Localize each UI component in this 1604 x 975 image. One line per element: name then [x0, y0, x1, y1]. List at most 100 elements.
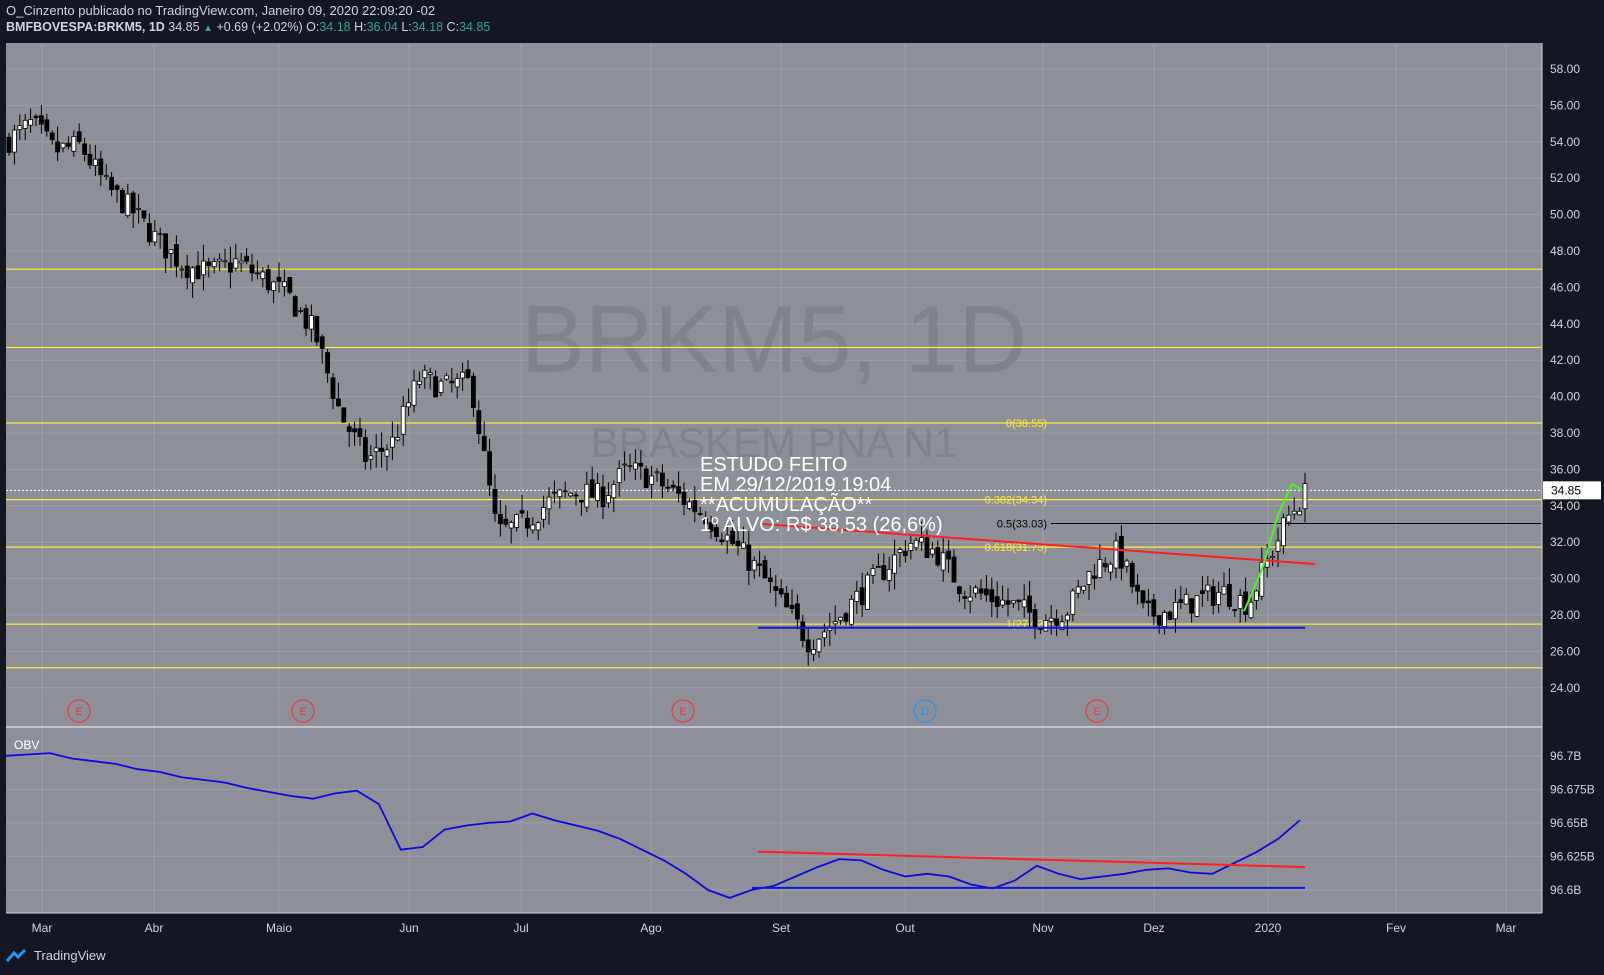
- time-tick-label: Nov: [1032, 921, 1053, 935]
- price-tick-label: 44.00: [1550, 317, 1580, 331]
- candle-body: [120, 190, 125, 213]
- candle-body: [427, 372, 433, 375]
- candle-body: [1146, 600, 1151, 604]
- candle-body: [946, 550, 951, 560]
- candle-body: [1021, 599, 1027, 608]
- event-marker-label: D: [921, 706, 929, 718]
- candle-body: [249, 264, 255, 274]
- candle-body: [924, 537, 930, 559]
- candle-body: [319, 336, 325, 349]
- candle-body: [82, 143, 87, 155]
- time-tick-label: Abr: [145, 921, 164, 935]
- candle-body: [265, 269, 271, 291]
- candle-body: [454, 378, 460, 388]
- candle-body: [1119, 535, 1124, 569]
- fib-label: 0.382(34.34): [985, 495, 1047, 507]
- candle-body: [28, 119, 34, 126]
- candle-body: [854, 590, 860, 602]
- candle-body: [292, 296, 298, 317]
- candle-body: [541, 507, 546, 520]
- candle-body: [1011, 600, 1016, 604]
- candle-body: [973, 587, 978, 594]
- candle-body: [71, 136, 77, 152]
- candle-body: [514, 514, 519, 528]
- candle-body: [751, 560, 757, 571]
- candle-body: [1216, 591, 1221, 605]
- candle-body: [157, 233, 163, 236]
- watermark-symbol: BRKM5, 1D: [521, 286, 1028, 393]
- candle-body: [238, 260, 244, 264]
- candle-body: [1254, 590, 1259, 601]
- candle-body: [978, 588, 984, 594]
- candle-body: [1281, 517, 1286, 547]
- candle-body: [579, 499, 584, 503]
- candle-body: [125, 193, 131, 217]
- candle-body: [379, 447, 385, 452]
- candle-body: [1248, 601, 1254, 619]
- candle-body: [897, 549, 903, 553]
- candle-body: [389, 436, 395, 448]
- candle-body: [1086, 571, 1092, 585]
- price-tick-label: 52.00: [1550, 171, 1580, 185]
- candle-body: [530, 524, 536, 531]
- candle-body: [870, 568, 876, 576]
- annotation-line: **ACUMULAÇÃO**: [700, 492, 872, 516]
- candle-body: [497, 513, 503, 525]
- candle-body: [254, 272, 260, 275]
- candle-body: [206, 261, 212, 266]
- candle-body: [227, 262, 233, 273]
- candle-body: [346, 426, 352, 433]
- candle-body: [1189, 598, 1194, 614]
- candle-body: [22, 119, 28, 129]
- price-tick-label: 54.00: [1550, 135, 1580, 149]
- obv-tick-label: 96.6B: [1550, 883, 1581, 897]
- candle-body: [822, 631, 827, 639]
- candle-body: [1043, 619, 1049, 632]
- candle-body: [49, 132, 55, 141]
- obv-tick-label: 96.65B: [1550, 816, 1588, 830]
- candle-body: [746, 544, 752, 571]
- obv-tick-label: 96.625B: [1550, 849, 1595, 863]
- candle-body: [1070, 590, 1076, 615]
- candle-body: [325, 352, 331, 374]
- candle-body: [665, 486, 671, 489]
- candle-body: [433, 376, 439, 398]
- candle-body: [1156, 615, 1162, 626]
- time-tick-label: Out: [895, 921, 915, 935]
- tradingview-logo-icon: [6, 948, 27, 962]
- time-tick-label: Mar: [32, 921, 53, 935]
- candle-body: [1173, 601, 1178, 620]
- time-tick-label: Ago: [640, 921, 662, 935]
- candle-body: [757, 563, 762, 566]
- candle-body: [859, 587, 865, 606]
- candle-body: [967, 596, 973, 602]
- candle-body: [1129, 563, 1135, 588]
- candle-body: [784, 592, 789, 608]
- price-tick-label: 24.00: [1550, 681, 1580, 695]
- time-tick-label: Maio: [266, 921, 292, 935]
- price-tick-label: 48.00: [1550, 244, 1580, 258]
- candle-body: [76, 131, 82, 142]
- price-tick-label: 58.00: [1550, 62, 1580, 76]
- candle-body: [573, 494, 579, 497]
- watermark: BRKM5, 1D BRASKEM PNA N1: [521, 286, 1028, 466]
- candle-body: [341, 407, 347, 423]
- candle-body: [190, 267, 196, 284]
- candle-body: [411, 380, 417, 406]
- candle-body: [940, 552, 946, 571]
- time-tick-label: Mar: [1496, 921, 1517, 935]
- candle-body: [17, 125, 23, 131]
- chart-canvas[interactable]: BRKM5, 1D BRASKEM PNA N1 0(38.55) 0.382(3…: [0, 0, 1604, 975]
- candle-body: [6, 136, 12, 153]
- candle-body: [886, 568, 892, 581]
- candle-body: [136, 208, 142, 210]
- candle-body: [525, 517, 530, 529]
- candle-body: [416, 380, 422, 385]
- candle-body: [314, 316, 320, 343]
- candle-body: [1032, 609, 1038, 628]
- candle-body: [913, 539, 919, 549]
- candle-body: [508, 522, 514, 529]
- candle-body: [173, 244, 179, 267]
- footer: TradingView: [6, 948, 106, 963]
- candle-body: [843, 613, 849, 622]
